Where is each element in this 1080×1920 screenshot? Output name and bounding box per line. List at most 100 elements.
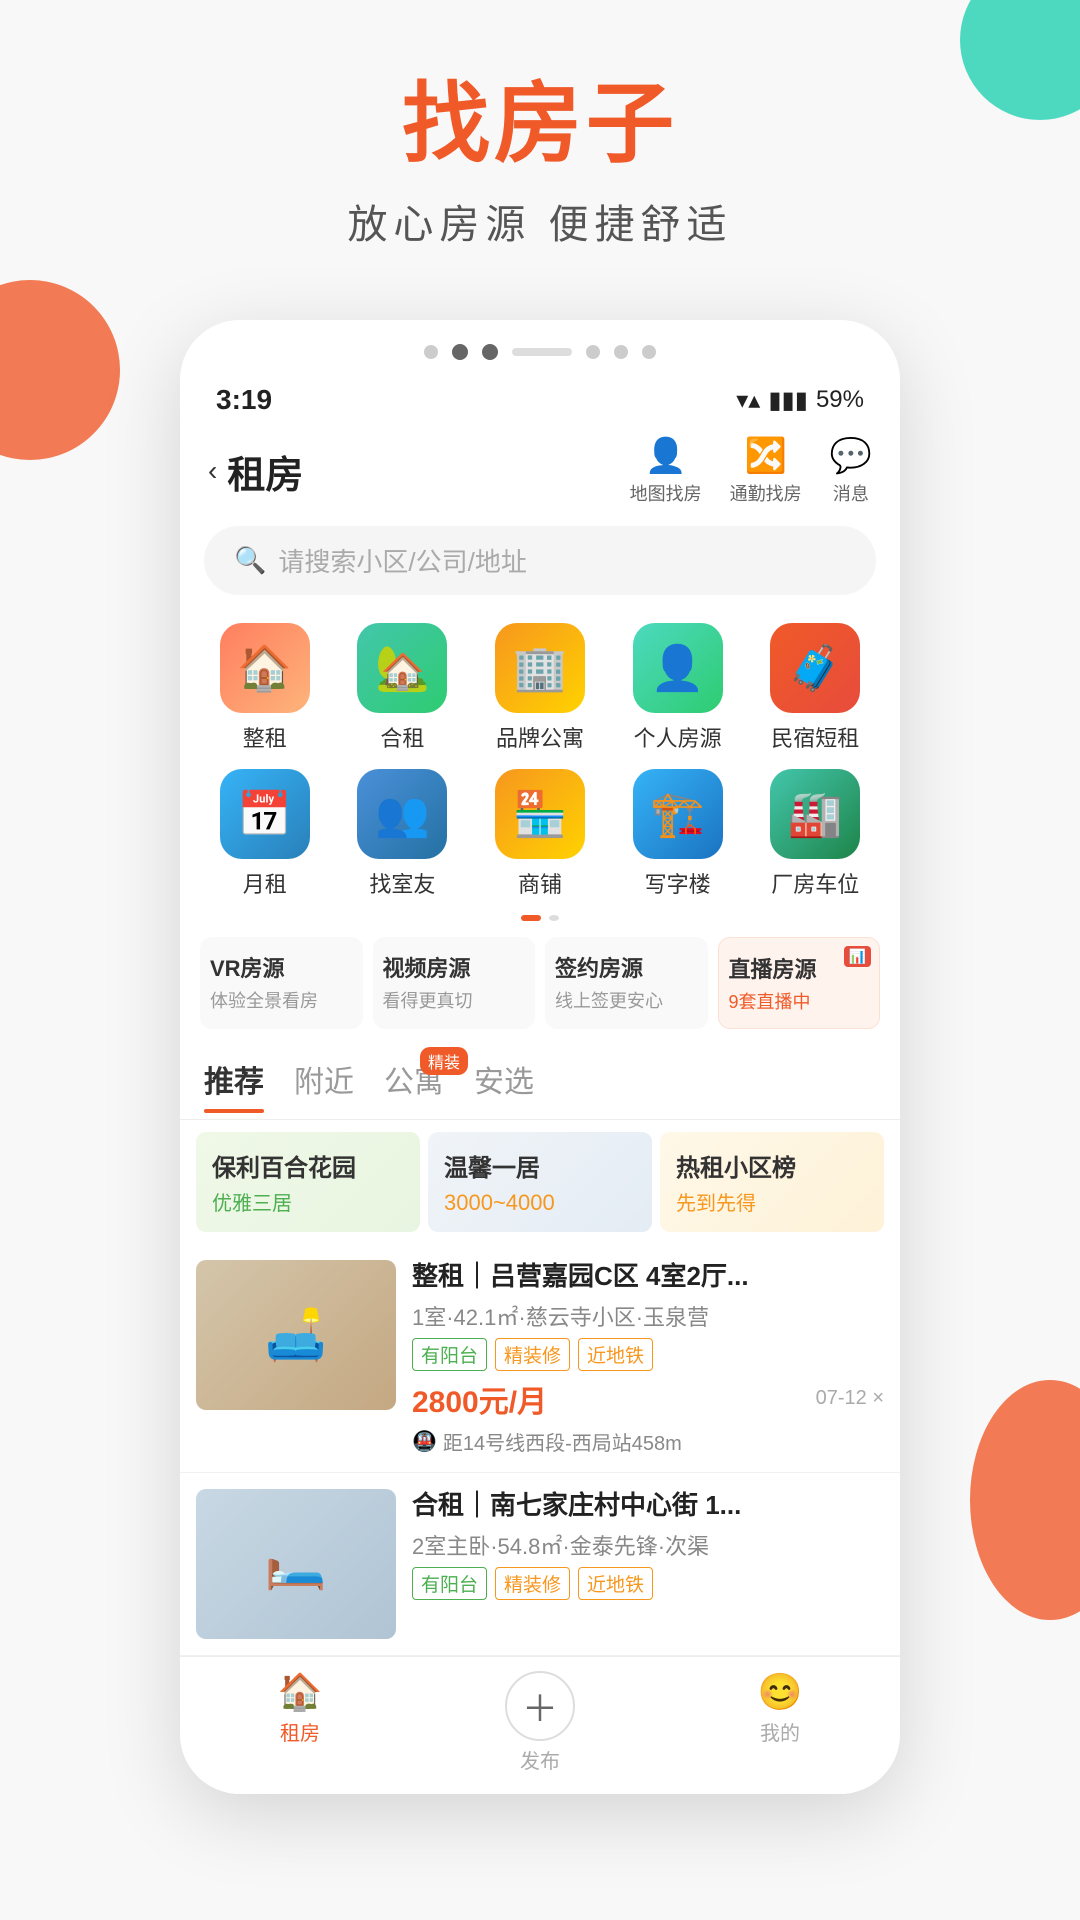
- tab-apartment[interactable]: 公寓 精装: [384, 1057, 444, 1111]
- feature-sign[interactable]: 签约房源 线上签更安心: [545, 937, 708, 1029]
- personal-icon: 👤: [633, 623, 723, 713]
- office-icon: 🏗️: [633, 769, 723, 859]
- hero-section: 找房子 放心房源 便捷舒适: [0, 0, 1080, 280]
- video-title: 视频房源: [383, 951, 526, 983]
- category-office[interactable]: 🏗️ 写字楼: [613, 769, 743, 899]
- listing-info-2: 合租｜南七家庄村中心街 1... 2室主卧·54.8㎡·金泰先锋·次渠 有阳台 …: [412, 1489, 884, 1639]
- listing-meta-2: 2室主卧·54.8㎡·金泰先锋·次渠: [412, 1529, 884, 1561]
- dot-5: [586, 345, 600, 359]
- bottom-nav-profile[interactable]: 😊 我的: [660, 1671, 900, 1774]
- monthly-icon: 📅: [220, 769, 310, 859]
- tab-nearby[interactable]: 附近: [294, 1057, 354, 1111]
- dot-3: [482, 344, 498, 360]
- category-whole-rent[interactable]: 🏠 整租: [200, 623, 330, 753]
- metro-icon-1: 🚇: [412, 1429, 437, 1454]
- listing-img-inner-1: 🛋️: [196, 1260, 396, 1410]
- phone-wrapper: 3:19 ▾▴ ▮▮▮ 59% ‹ 租房 👤 地图找房 🔀 通勤找房: [0, 320, 1080, 1794]
- roommate-icon: 👥: [357, 769, 447, 859]
- short-rent-label: 民宿短租: [771, 721, 859, 753]
- bottom-nav-rent[interactable]: 🏠 租房: [180, 1671, 420, 1774]
- factory-icon: 🏭: [770, 769, 860, 859]
- feature-live[interactable]: 直播房源 9套直播中 📊: [718, 937, 881, 1029]
- tag2-balcony: 有阳台: [412, 1567, 487, 1600]
- dot-2: [452, 344, 468, 360]
- brand-apt-label: 品牌公寓: [496, 721, 584, 753]
- wifi-icon: ▾▴: [736, 386, 760, 415]
- nav-left: ‹ 租房: [208, 444, 303, 499]
- dot-1: [424, 345, 438, 359]
- promo-price-2: 3000~4000: [444, 1190, 636, 1216]
- category-pagination: [180, 907, 900, 929]
- promo-card-1[interactable]: 保利百合花园 优雅三居: [196, 1132, 420, 1232]
- search-bar[interactable]: 🔍 请搜索小区/公司/地址: [204, 526, 876, 595]
- shared-rent-label: 合租: [380, 721, 424, 753]
- listing-item-2[interactable]: 🛏️ 合租｜南七家庄村中心街 1... 2室主卧·54.8㎡·金泰先锋·次渠 有…: [180, 1473, 900, 1656]
- listing-meta-1: 1室·42.1㎡·慈云寺小区·玉泉营: [412, 1300, 884, 1332]
- promo-cards-row: 保利百合花园 优雅三居 温馨一居 3000~4000 热租小区榜 先到先得: [180, 1120, 900, 1244]
- hero-title: 找房子: [0, 80, 1080, 168]
- factory-label: 厂房车位: [771, 867, 859, 899]
- status-bar: 3:19 ▾▴ ▮▮▮ 59%: [180, 376, 900, 424]
- back-button[interactable]: ‹: [208, 455, 217, 487]
- nav-bar: ‹ 租房 👤 地图找房 🔀 通勤找房 💬 消息: [180, 424, 900, 514]
- category-monthly-rent[interactable]: 📅 月租: [200, 769, 330, 899]
- commute-search-button[interactable]: 🔀 通勤找房: [730, 436, 802, 506]
- listing-image-1: 🛋️: [196, 1260, 396, 1410]
- promo-sub-1: 优雅三居: [212, 1187, 404, 1216]
- category-brand-apartment[interactable]: 🏢 品牌公寓: [475, 623, 605, 753]
- listing-item-1[interactable]: 🛋️ 整租｜吕营嘉园C区 4室2厅... 1室·42.1㎡·慈云寺小区·玉泉营 …: [180, 1244, 900, 1473]
- message-icon: 💬: [830, 436, 872, 476]
- category-roommate[interactable]: 👥 找室友: [338, 769, 468, 899]
- tag2-metro: 近地铁: [578, 1567, 653, 1600]
- map-search-button[interactable]: 👤 地图找房: [630, 436, 702, 506]
- listing-distance-1: 🚇 距14号线西段-西局站458m: [412, 1427, 884, 1456]
- cat-dot-active: [521, 915, 541, 921]
- search-placeholder: 请搜索小区/公司/地址: [278, 542, 526, 579]
- message-button[interactable]: 💬 消息: [830, 436, 872, 506]
- brand-apt-icon: 🏢: [495, 623, 585, 713]
- feature-vr[interactable]: VR房源 体验全景看房: [200, 937, 363, 1029]
- live-badge: 📊: [844, 946, 871, 967]
- shop-icon: 🏪: [495, 769, 585, 859]
- category-short-rent[interactable]: 🧳 民宿短租: [750, 623, 880, 753]
- rent-nav-icon: 🏠: [278, 1671, 323, 1713]
- category-shared-rent[interactable]: 🏡 合租: [338, 623, 468, 753]
- promo-card-2[interactable]: 温馨一居 3000~4000: [428, 1132, 652, 1232]
- battery-level: 59%: [816, 386, 864, 414]
- publish-button[interactable]: ＋: [505, 1671, 575, 1741]
- listing-title-2: 合租｜南七家庄村中心街 1...: [412, 1489, 884, 1523]
- feature-cards: VR房源 体验全景看房 视频房源 看得更真切 签约房源 线上签更安心 直播房源 …: [180, 929, 900, 1041]
- vr-desc: 体验全景看房: [210, 987, 353, 1013]
- rent-nav-label: 租房: [280, 1717, 320, 1746]
- promo-sub-3: 先到先得: [676, 1187, 868, 1216]
- bottom-nav: 🏠 租房 ＋ 发布 😊 我的: [180, 1656, 900, 1794]
- category-factory[interactable]: 🏭 厂房车位: [750, 769, 880, 899]
- whole-rent-label: 整租: [243, 721, 287, 753]
- listing-tags-2: 有阳台 精装修 近地铁: [412, 1567, 884, 1600]
- tag-metro: 近地铁: [578, 1338, 653, 1371]
- profile-nav-label: 我的: [760, 1717, 800, 1746]
- listing-price-row-1: 2800元/月 07-12 ×: [412, 1377, 884, 1421]
- personal-label: 个人房源: [634, 721, 722, 753]
- category-personal[interactable]: 👤 个人房源: [613, 623, 743, 753]
- cat-dot-inactive: [549, 915, 559, 921]
- nav-title: 租房: [227, 444, 303, 499]
- vr-title: VR房源: [210, 951, 353, 983]
- category-grid-row1: 🏠 整租 🏡 合租 🏢 品牌公寓 👤 个人房源 🧳 民宿短租: [180, 607, 900, 761]
- map-icon: 👤: [644, 436, 686, 476]
- dot-6: [614, 345, 628, 359]
- feature-video[interactable]: 视频房源 看得更真切: [373, 937, 536, 1029]
- tab-recommend[interactable]: 推荐: [204, 1057, 264, 1111]
- listing-price-1: 2800元/月: [412, 1377, 547, 1421]
- profile-nav-icon: 😊: [758, 1671, 803, 1713]
- promo-card-3[interactable]: 热租小区榜 先到先得: [660, 1132, 884, 1232]
- apartment-badge: 精装: [420, 1047, 468, 1075]
- message-label: 消息: [833, 480, 869, 506]
- search-icon: 🔍: [234, 545, 266, 576]
- tag2-decorated: 精装修: [495, 1567, 570, 1600]
- shared-rent-icon: 🏡: [357, 623, 447, 713]
- bottom-nav-publish[interactable]: ＋ 发布: [420, 1671, 660, 1774]
- category-shop[interactable]: 🏪 商铺: [475, 769, 605, 899]
- tab-selected[interactable]: 安选: [474, 1057, 534, 1111]
- promo-title-1: 保利百合花园: [212, 1148, 404, 1183]
